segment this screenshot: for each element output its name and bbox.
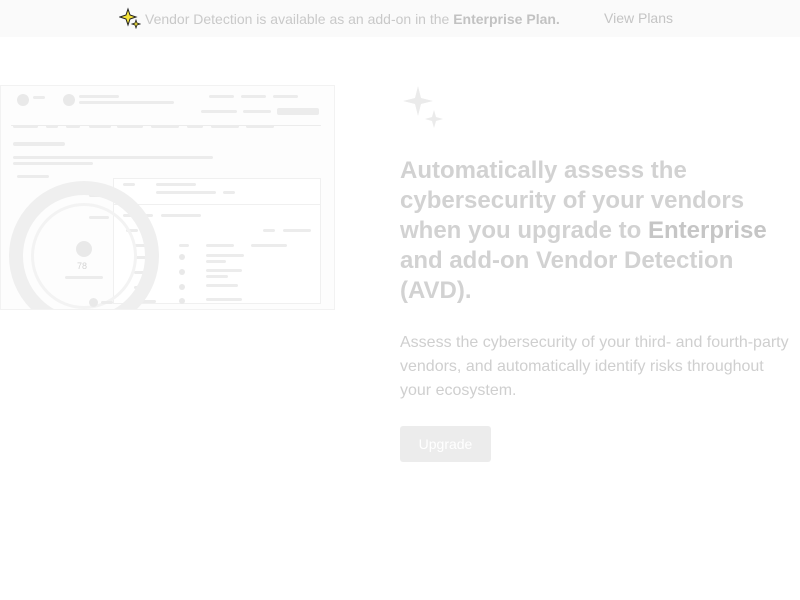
product-preview-image: 78 [0,85,335,310]
sparkles-icon [403,86,443,128]
upgrade-headline: Automatically assess the cybersecurity o… [400,157,767,304]
view-plans-link[interactable]: View Plans [604,10,673,26]
preview-score: 78 [77,261,88,271]
sparkle-icon [119,7,141,29]
banner-message: Vendor Detection is available as an add-… [145,11,560,27]
upgrade-banner: Vendor Detection is available as an add-… [0,0,800,37]
upgrade-button[interactable]: Upgrade [400,426,491,462]
upgrade-description: Assess the cybersecurity of your third- … [400,334,789,399]
